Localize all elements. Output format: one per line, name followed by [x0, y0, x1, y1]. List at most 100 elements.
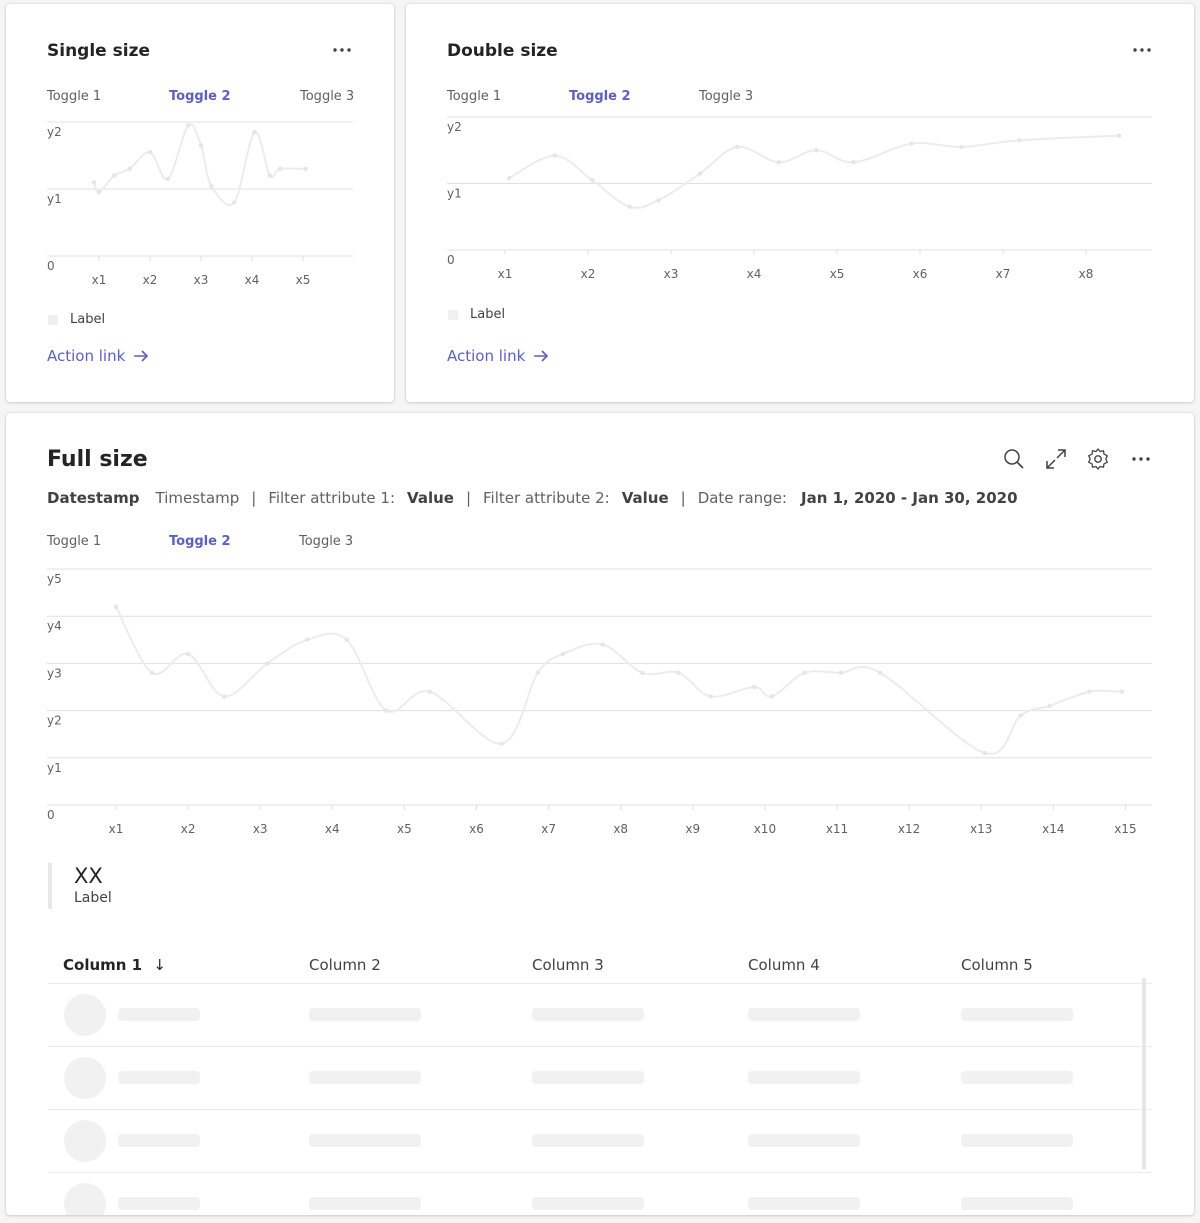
x-tick-label: x1 — [498, 267, 513, 281]
legend-swatch — [48, 314, 58, 325]
y-tick-label: y1 — [47, 761, 62, 775]
data-point — [751, 684, 757, 690]
data-point — [627, 204, 632, 209]
x-tick-label: x9 — [685, 822, 700, 836]
x-tick-label: x7 — [996, 267, 1011, 281]
data-point — [186, 123, 191, 128]
table-row[interactable] — [48, 984, 1152, 1047]
data-point — [198, 143, 204, 148]
data-point — [303, 166, 308, 172]
x-tick-label: x13 — [970, 822, 992, 836]
legend: Label — [48, 312, 105, 327]
table-row[interactable] — [48, 1110, 1152, 1173]
single-line-chart: 0 y1 y2 x1 x2 x3 x4 x5 — [47, 121, 353, 287]
data-point — [277, 166, 283, 172]
data-point — [267, 173, 273, 178]
sort-descending-icon: ↓ — [153, 956, 166, 974]
x-tick-label: x8 — [613, 822, 628, 836]
column-header-5[interactable]: Column 5 — [961, 956, 1033, 974]
data-point — [1047, 703, 1052, 709]
kpi-value: XX — [74, 864, 103, 888]
data-point — [982, 750, 988, 756]
series-line — [508, 134, 1120, 209]
legend-swatch — [448, 309, 458, 320]
cell-placeholder — [309, 1008, 421, 1021]
cell-placeholder — [532, 1071, 644, 1084]
data-point — [535, 670, 540, 676]
cell-placeholder — [309, 1071, 421, 1084]
data-point — [600, 642, 605, 647]
data-point — [506, 175, 512, 181]
data-point — [384, 708, 389, 713]
cell-placeholder — [748, 1008, 860, 1021]
action-link[interactable]: Action link — [47, 347, 149, 365]
full-line-chart: 0 y1 y2 y3 y4 y5 x1 x2 x3 x4 x5 x6 x7 x8 x9 x10 x11 x12 x1… — [47, 568, 1152, 836]
table-header: Column 1 ↓ Column 2 Column 3 Column 4 Co… — [48, 946, 1152, 984]
y-tick-label: y2 — [47, 714, 62, 728]
cell-placeholder — [748, 1134, 860, 1147]
data-point — [697, 171, 703, 176]
column-header-4[interactable]: Column 4 — [748, 956, 820, 974]
y-tick-label: 0 — [47, 808, 55, 822]
cell-placeholder — [532, 1197, 644, 1210]
cell-placeholder — [118, 1134, 200, 1147]
action-link[interactable]: Action link — [447, 347, 549, 365]
data-point — [1119, 689, 1124, 694]
data-point — [776, 160, 782, 165]
cell-placeholder — [961, 1071, 1073, 1084]
table-row[interactable] — [48, 1047, 1152, 1110]
data-point — [344, 637, 349, 642]
avatar-placeholder — [64, 1120, 106, 1162]
y-tick-label: y3 — [47, 666, 62, 680]
legend-label: Label — [470, 307, 506, 322]
data-point — [1117, 133, 1122, 138]
data-point — [814, 148, 819, 153]
cell-placeholder — [961, 1197, 1073, 1210]
avatar-placeholder — [64, 1057, 106, 1099]
x-tick-label: x4 — [747, 267, 762, 281]
data-point — [802, 670, 807, 676]
y-tick-label: 0 — [447, 253, 455, 267]
y-tick-label: y4 — [47, 619, 62, 633]
data-point — [1018, 713, 1024, 718]
single-size-card: Single size Toggle 1 Toggle 2 Toggle 3 0… — [6, 4, 394, 402]
x-tick-label: x11 — [826, 822, 848, 836]
x-tick-label: x2 — [581, 267, 596, 281]
data-point — [589, 177, 595, 183]
x-tick-label: x3 — [194, 273, 209, 287]
data-point — [304, 637, 310, 642]
data-point — [909, 141, 914, 146]
full-size-card: Full size Datestamp Timestamp | Filter a… — [6, 413, 1194, 1215]
data-point — [769, 694, 775, 699]
cell-placeholder — [532, 1008, 644, 1021]
arrow-right-icon — [134, 350, 149, 362]
column-header-3[interactable]: Column 3 — [532, 956, 604, 974]
cell-placeholder — [532, 1134, 644, 1147]
data-point — [127, 166, 132, 172]
x-tick-label: x6 — [469, 822, 484, 836]
data-point — [165, 176, 171, 182]
cell-placeholder — [748, 1071, 860, 1084]
column-header-2[interactable]: Column 2 — [309, 956, 381, 974]
y-tick-label: 0 — [47, 259, 55, 273]
x-tick-label: x14 — [1042, 822, 1064, 836]
data-point — [1017, 138, 1022, 143]
table-body — [48, 984, 1152, 1215]
x-tick-label: x6 — [913, 267, 928, 281]
data-point — [878, 670, 883, 676]
data-point — [851, 160, 856, 165]
action-link-label: Action link — [447, 347, 526, 365]
data-point — [1087, 689, 1092, 694]
cell-placeholder — [118, 1008, 200, 1021]
cell-placeholder — [961, 1008, 1073, 1021]
data-point — [735, 144, 740, 150]
data-point — [552, 153, 557, 158]
cell-placeholder — [118, 1197, 200, 1210]
column-header-1[interactable]: Column 1 ↓ — [63, 956, 166, 974]
legend: Label — [448, 307, 505, 322]
table-scrollbar[interactable] — [1142, 978, 1146, 1170]
table-row[interactable] — [48, 1173, 1152, 1215]
arrow-right-icon — [534, 350, 549, 362]
column-header-label: Column 1 — [63, 956, 143, 974]
action-link-label: Action link — [47, 347, 126, 365]
